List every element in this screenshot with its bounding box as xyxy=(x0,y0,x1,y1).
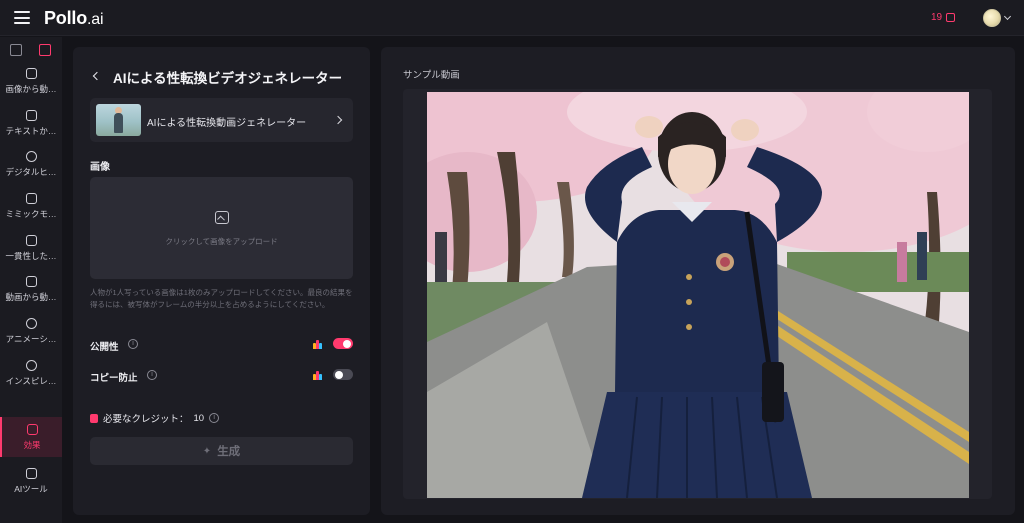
generate-label: 生成 xyxy=(217,446,241,458)
effects-icon xyxy=(26,423,38,435)
credits-label: 必要なクレジット： xyxy=(103,414,189,425)
image-to-video-icon xyxy=(25,67,37,79)
sidebar-item-label: デジタルヒ… xyxy=(5,166,57,177)
logo[interactable]: Pollo.ai xyxy=(44,8,104,29)
consistent-icon xyxy=(25,234,37,246)
sidebar-item-consistent[interactable]: 一貫性した… xyxy=(0,228,62,268)
copy-protect-label: コピー防止 xyxy=(90,373,138,384)
avatar[interactable] xyxy=(983,9,1001,27)
video-tab-icon[interactable] xyxy=(39,44,51,56)
generate-button[interactable]: ✦ 生成 xyxy=(90,437,353,465)
upload-image-icon xyxy=(215,211,229,224)
menu-icon[interactable] xyxy=(14,11,30,24)
text-to-video-icon xyxy=(25,109,37,121)
sidebar-item-label: 一貫性した… xyxy=(5,250,57,261)
sample-video[interactable] xyxy=(427,92,969,498)
chevron-right-icon xyxy=(333,115,343,125)
back-icon[interactable] xyxy=(92,71,102,81)
info-icon[interactable]: i xyxy=(209,413,220,423)
video-to-video-icon xyxy=(25,275,37,287)
credits-value: 10 xyxy=(193,412,205,424)
credits-badge[interactable]: 19 xyxy=(931,12,956,23)
generator-panel: AIによる性転換ビデオジェネレーター AIによる性転換動画ジェネレーター 画像 … xyxy=(73,47,370,515)
mimic-motion-icon xyxy=(25,192,37,204)
sample-panel: サンプル動画 xyxy=(381,47,1015,515)
info-icon[interactable]: i xyxy=(147,370,157,380)
sidebar-item-effects[interactable]: 効果 xyxy=(0,417,62,457)
sidebar-item-label: 動画から動… xyxy=(5,291,57,302)
chevron-down-icon[interactable] xyxy=(1003,12,1012,21)
top-bar: Pollo.ai 19 xyxy=(0,0,1024,36)
sidebar-item-mimic-motion[interactable]: ミミックモ… xyxy=(0,186,62,226)
sparkle-icon: ✦ xyxy=(202,445,212,457)
ai-tools-icon xyxy=(25,467,37,479)
sidebar-item-animation[interactable]: アニメーシ… xyxy=(0,311,62,351)
sidebar-item-label: ミミックモ… xyxy=(5,208,57,219)
effect-selector-label: AIによる性転換動画ジェネレーター xyxy=(147,118,307,129)
info-icon[interactable]: i xyxy=(128,339,138,349)
logo-main: Pollo xyxy=(44,8,87,28)
effect-selector[interactable]: AIによる性転換動画ジェネレーター xyxy=(90,98,353,142)
coin-icon xyxy=(946,13,956,22)
sidebar-item-digital-human[interactable]: デジタルヒ… xyxy=(0,144,62,184)
sidebar-item-label: 効果 xyxy=(23,439,41,450)
sidebar-item-label: インスピレ… xyxy=(5,375,57,386)
copy-protect-toggle[interactable] xyxy=(333,369,353,380)
public-row: 公開性 i xyxy=(90,338,353,353)
compass-icon xyxy=(25,359,37,371)
sidebar: 画像から動… テキストか… デジタルヒ… ミミックモ… 一貫性した… 動画から動… xyxy=(0,37,62,523)
sidebar-item-label: テキストか… xyxy=(5,125,57,136)
image-tab-icon[interactable] xyxy=(10,44,22,56)
sidebar-item-ai-tools[interactable]: AIツール xyxy=(0,461,62,501)
sidebar-item-inspiration[interactable]: インスピレ… xyxy=(0,353,62,393)
public-label: 公開性 xyxy=(90,342,119,353)
logo-suffix: .ai xyxy=(87,11,104,28)
sidebar-item-video-to-video[interactable]: 動画から動… xyxy=(0,269,62,309)
image-section-label: 画像 xyxy=(90,162,110,173)
public-toggle[interactable] xyxy=(333,338,353,349)
upload-note: 人物が1人写っている画像は1枚のみアップロードしてください。最良の結果を得るには… xyxy=(90,288,353,309)
effect-thumbnail xyxy=(96,104,141,136)
copy-protect-row: コピー防止 i xyxy=(90,369,353,384)
image-upload-area[interactable]: クリックして画像をアップロード xyxy=(90,177,353,279)
digital-human-icon xyxy=(25,150,37,162)
sample-video-label: サンプル動画 xyxy=(403,70,460,81)
sidebar-item-text-to-video[interactable]: テキストか… xyxy=(0,103,62,143)
page-title: AIによる性転換ビデオジェネレーター xyxy=(113,71,343,86)
sidebar-item-label: アニメーシ… xyxy=(5,333,57,344)
required-credits: 必要なクレジット： 10 i xyxy=(90,411,220,425)
upload-hint: クリックして画像をアップロード xyxy=(165,237,278,246)
sidebar-item-label: 画像から動… xyxy=(5,83,57,94)
animation-icon xyxy=(25,317,37,329)
crown-icon xyxy=(313,339,323,349)
credits-count: 19 xyxy=(931,12,943,23)
credits-icon xyxy=(90,413,98,423)
crown-icon xyxy=(313,370,323,380)
sample-video-frame xyxy=(403,89,992,499)
sidebar-item-label: AIツール xyxy=(14,483,48,494)
sidebar-item-image-to-video[interactable]: 画像から動… xyxy=(0,61,62,101)
